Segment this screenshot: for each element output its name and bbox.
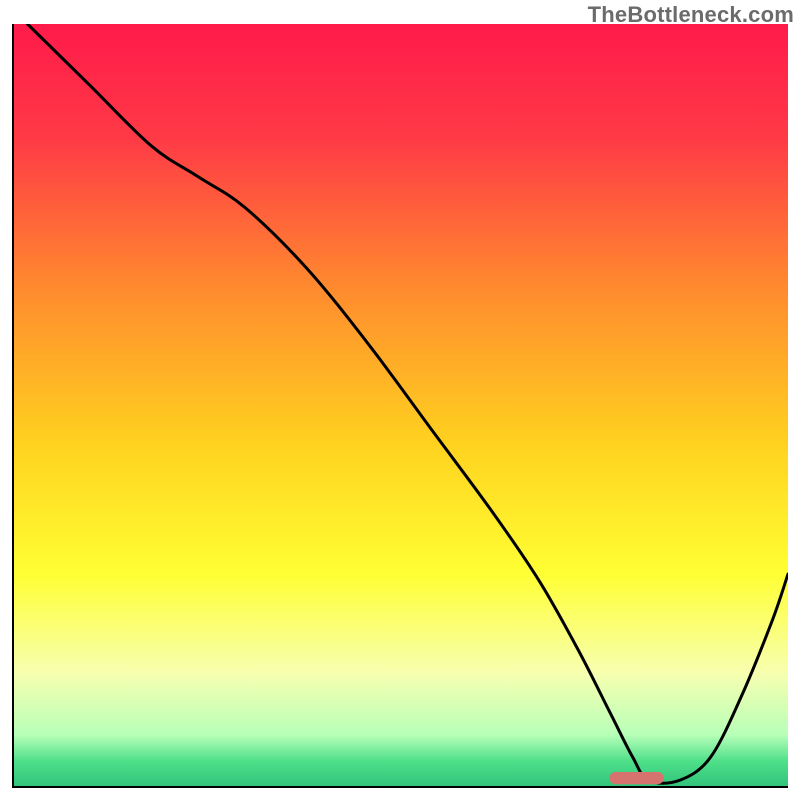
plot-area (12, 24, 788, 788)
optimal-marker (610, 772, 664, 784)
gradient-background (12, 24, 788, 788)
chart-root: TheBottleneck.com (0, 0, 800, 800)
chart-svg (12, 24, 788, 788)
